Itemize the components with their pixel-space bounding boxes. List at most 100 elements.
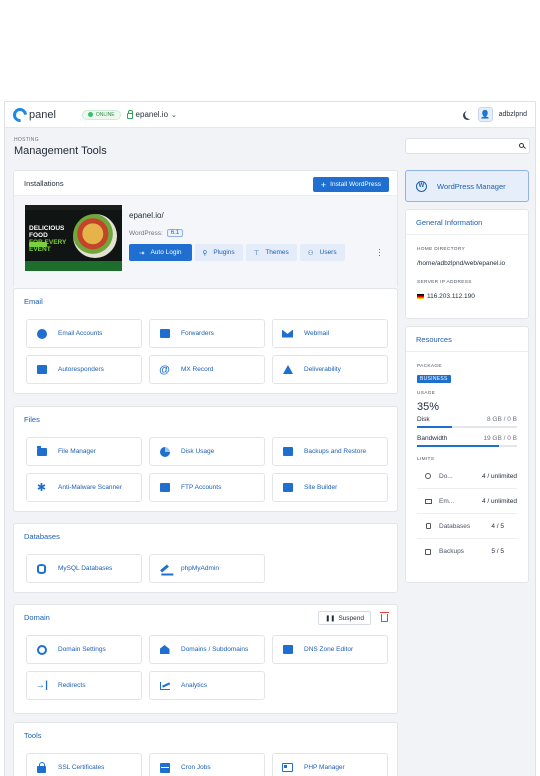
line-chart-icon [159,681,170,690]
tile-site-builder[interactable]: Site Builder [272,473,388,502]
tile-file-manager[interactable]: File Manager [26,437,142,466]
tile-mysql-databases[interactable]: MySQL Databases [26,554,142,583]
envelope-icon [282,329,293,338]
archive-box-icon [282,447,293,456]
tile-disk-usage[interactable]: Disk Usage [149,437,265,466]
plugins-button[interactable]: ⚲ Plugins [194,244,243,261]
dark-mode-moon-icon[interactable] [465,110,474,119]
search-icon[interactable] [519,143,524,148]
server-ip-label: SERVER IP ADDRESS [417,280,472,285]
autoresponder-icon [36,365,47,374]
calendar-icon [159,762,170,773]
site-name[interactable]: epanel.io/ [129,211,164,220]
package-label: PACKAGE [417,364,442,369]
disk-usage-fill [417,426,452,428]
tile-ftp-accounts[interactable]: FTP Accounts [149,473,265,502]
more-options-icon[interactable]: · · · [378,245,381,260]
database-small-icon [425,523,431,529]
tile-email-accounts[interactable]: Email Accounts [26,319,142,348]
user-icon: ⚇ [307,249,314,257]
gear-icon [36,644,47,655]
page-title: Management Tools [14,145,107,157]
status-text: ONLINE [95,111,115,118]
backup-icon [425,548,431,555]
tile-dns-zone-editor[interactable]: DNS Zone Editor [272,635,388,664]
tile-mx-record[interactable]: @ MX Record [149,355,265,384]
tile-phpmyadmin[interactable]: phpMyAdmin [149,554,265,583]
tile-backups-restore[interactable]: Backups and Restore [272,437,388,466]
mail-icon [424,498,432,504]
files-card: Files File Manager Disk Usage Backups an… [13,406,398,512]
domain-selector[interactable]: epanel.io ⌄ [126,109,177,119]
breadcrumb[interactable]: HOSTING [14,137,39,143]
bug-icon: ✱ [36,481,47,494]
tile-domain-settings[interactable]: Domain Settings [26,635,142,664]
folder-icon [36,445,47,456]
database-icon [37,563,46,574]
limit-row-backups: Backups 5 / 5 [417,539,517,564]
logo[interactable]: panel [10,104,56,125]
tile-anti-malware[interactable]: ✱ Anti-Malware Scanner [26,473,142,502]
auto-login-button[interactable]: ⇥ Auto Login [129,244,192,261]
server-ip-value: 116.203.112.190 [427,293,475,300]
at-sign-icon: @ [159,363,170,376]
wordpress-manager-button[interactable]: W WordPress Manager [405,170,529,202]
users-button[interactable]: ⚇ Users [299,244,345,261]
resources-card: Resources PACKAGE BUSINESS USAGE 35% Dis… [405,326,529,583]
globe-icon [425,473,431,479]
server-ip-row: 116.203.112.190 [406,293,528,300]
tile-autoresponders[interactable]: Autoresponders [26,355,142,384]
dns-list-icon [282,645,293,654]
suspend-button[interactable]: ❚❚ Suspend [318,611,371,625]
bandwidth-row: Bandwidth 19 GB / 0 B [417,435,517,442]
wordpress-logo-icon: W [416,180,427,192]
disk-usage-row: Disk 8 GB / 0 B [417,416,517,423]
tools-section-title: Tools [24,731,42,740]
app-window: panel ONLINE epanel.io ⌄ 👤 adbzlpnd HOST… [4,101,536,776]
databases-section-title: Databases [24,532,60,541]
users-icon [36,328,47,339]
wordpress-version: WordPress: 6.1 [129,229,184,237]
themes-button[interactable]: ⊤ Themes [245,244,297,261]
logo-mark-icon [10,104,30,125]
install-wordpress-button[interactable]: + Install WordPress [312,177,389,192]
bandwidth-fill [417,445,499,447]
redirect-arrow-icon: →| [35,679,48,691]
tile-forwarders[interactable]: Forwarders [149,319,265,348]
search-input[interactable] [405,138,530,154]
padlock-icon [37,761,46,773]
tile-domains-subdomains[interactable]: Domains / Subdomains [149,635,265,664]
username[interactable]: adbzlpnd [499,111,527,118]
forward-icon [159,329,170,338]
tile-cron-jobs[interactable]: Cron Jobs [149,753,265,776]
tile-deliverability[interactable]: Deliverability [272,355,388,384]
plus-icon: + [320,179,327,190]
installations-card: Installations + Install WordPress DELICI… [13,170,398,288]
network-icon [159,483,170,492]
top-bar: panel ONLINE epanel.io ⌄ 👤 adbzlpnd [5,102,535,128]
site-thumbnail[interactable]: DELICIOUS FOOD FOR EVERY EVENT [25,205,122,271]
food-plate-image [73,214,117,258]
usage-percent: 35% [417,401,440,413]
version-badge: 6.1 [166,229,184,237]
status-badge: ONLINE [81,109,121,120]
limit-row-domains: Do... 4 / unlimited [417,464,517,489]
site-builder-icon [282,483,293,492]
tile-analytics[interactable]: Analytics [149,671,265,700]
lock-icon [126,109,134,119]
delete-trash-icon[interactable] [380,612,389,622]
tile-ssl-certificates[interactable]: SSL Certificates [26,753,142,776]
package-badge: BUSINESS [417,375,451,383]
tile-redirects[interactable]: →| Redirects [26,671,142,700]
limit-row-emails: Em... 4 / unlimited [417,489,517,514]
email-card: Email Email Accounts Forwarders Webmail … [13,288,398,394]
deliverability-icon [282,365,293,374]
tools-card: Tools SSL Certificates Cron Jobs PHP Man… [13,722,398,776]
chevron-down-icon: ⌄ [171,111,177,119]
user-avatar-icon[interactable]: 👤 [477,107,493,122]
bandwidth-bar [417,445,517,447]
usage-label: USAGE [417,391,436,396]
tile-webmail[interactable]: Webmail [272,319,388,348]
tile-php-manager[interactable]: PHP Manager [272,753,388,776]
limits-label: LIMITS [417,457,435,462]
